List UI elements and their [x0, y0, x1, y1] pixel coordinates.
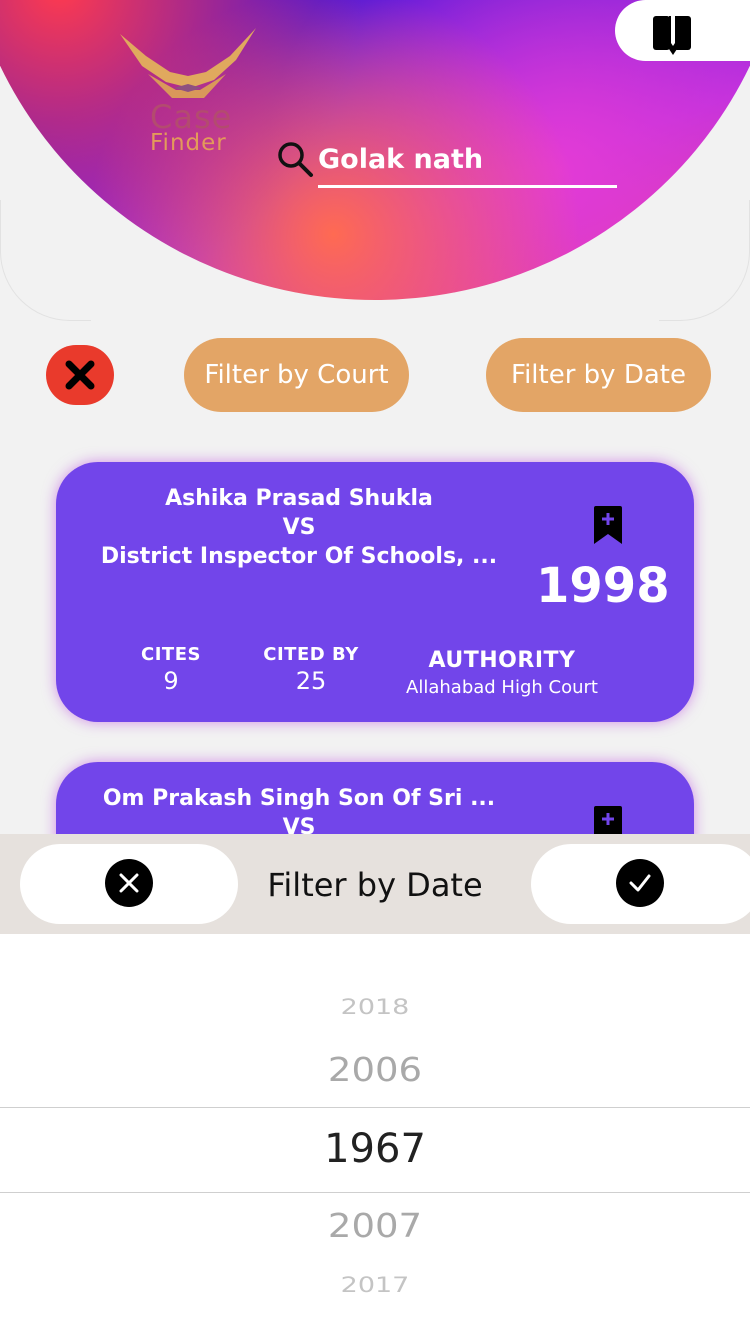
- cites-stat: CITES 9: [126, 644, 216, 695]
- add-bookmark-icon[interactable]: [594, 506, 622, 544]
- authority-stat: AUTHORITY Allahabad High Court: [392, 648, 612, 698]
- close-icon: [119, 873, 139, 893]
- search-underline: [318, 185, 617, 188]
- checkmark-icon: [629, 874, 651, 892]
- cited-by-value: 25: [295, 667, 327, 695]
- logo-finder-text: Finder: [150, 130, 227, 156]
- filter-by-date-button[interactable]: Filter by Date: [486, 338, 711, 412]
- cites-value: 9: [163, 667, 179, 695]
- case-year: 1998: [536, 558, 670, 614]
- bookmarks-icon: [653, 16, 691, 55]
- date-picker-toolbar: Filter by Date: [0, 834, 750, 934]
- picker-option[interactable]: 2018: [0, 995, 750, 1019]
- search-input[interactable]: Golak nath: [318, 144, 483, 175]
- cited-by-stat: CITED BY 25: [251, 644, 371, 695]
- clear-filters-button[interactable]: [46, 345, 114, 405]
- case-title: Ashika Prasad Shukla VS District Inspect…: [84, 484, 514, 571]
- case-title-vs: VS: [282, 515, 316, 540]
- picker-option[interactable]: 2006: [0, 1050, 750, 1089]
- picker-option[interactable]: 2017: [0, 1273, 750, 1297]
- cited-by-label: CITED BY: [263, 644, 359, 665]
- authority-label: AUTHORITY: [428, 648, 576, 673]
- cancel-button[interactable]: [20, 844, 238, 924]
- picker-option[interactable]: 2007: [0, 1206, 750, 1245]
- case-card[interactable]: Ashika Prasad Shukla VS District Inspect…: [56, 462, 694, 722]
- authority-value: Allahabad High Court: [406, 677, 598, 698]
- cancel-circle: [105, 859, 153, 907]
- confirm-button[interactable]: [531, 844, 750, 924]
- case-title-petitioner: Om Prakash Singh Son Of Sri ...: [102, 786, 496, 811]
- case-title-respondent: District Inspector Of Schools, ...: [100, 544, 498, 569]
- cites-label: CITES: [141, 644, 201, 665]
- search-icon[interactable]: [276, 140, 314, 178]
- picker-title: Filter by Date: [267, 866, 483, 904]
- close-icon: [65, 360, 95, 390]
- picker-option-selected[interactable]: 1967: [0, 1126, 750, 1172]
- confirm-circle: [616, 859, 664, 907]
- picker-selection-line-top: [0, 1107, 750, 1108]
- year-picker-wheel[interactable]: 2018 2006 1967 2007 2017: [0, 934, 750, 1334]
- picker-selection-line-bottom: [0, 1192, 750, 1193]
- case-title-petitioner: Ashika Prasad Shukla: [165, 486, 433, 511]
- bookmarks-button[interactable]: [615, 0, 750, 61]
- filter-by-court-button[interactable]: Filter by Court: [184, 338, 409, 412]
